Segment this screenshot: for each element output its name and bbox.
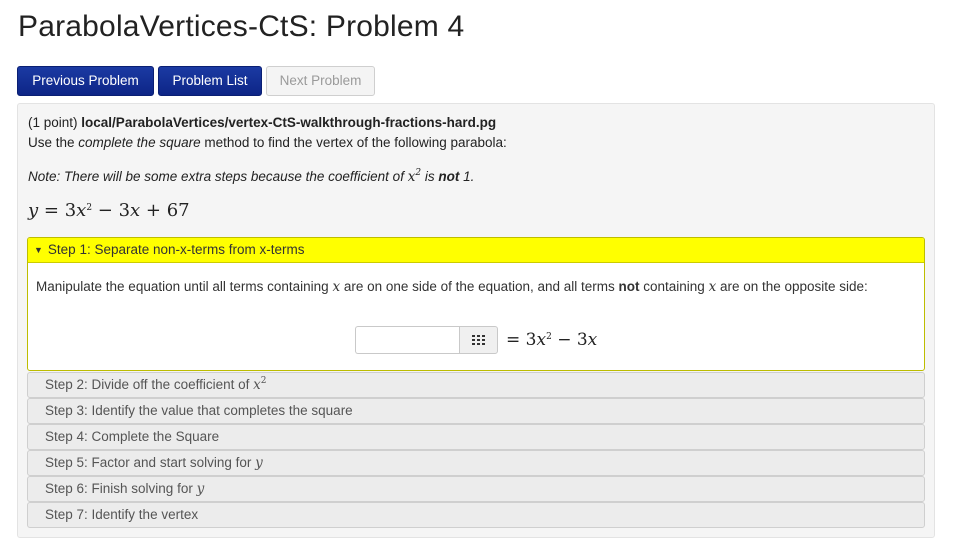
step-1-bold: not [618, 279, 640, 294]
step-4-panel[interactable]: Step 4: Complete the Square [27, 424, 925, 450]
problem-path: local/ParabolaVertices/vertex-CtS-walkth… [81, 115, 497, 130]
step-3-header[interactable]: Step 3: Identify the value that complete… [28, 399, 924, 423]
step-1-text-b: are on one side of the equation, and all… [340, 279, 619, 294]
problem-nav: Previous Problem Problem List Next Probl… [17, 66, 375, 96]
step-5-label: Step 5: Factor and start solving for [45, 455, 256, 470]
eq-mid: − 3 [92, 200, 131, 221]
equation-editor-button[interactable] [459, 326, 498, 354]
eq-var: x [76, 200, 87, 221]
step-3-panel[interactable]: Step 3: Identify the value that complete… [27, 398, 925, 424]
problem-header: (1 point) local/ParabolaVertices/vertex-… [28, 115, 496, 130]
eq-lhs: y [28, 200, 39, 221]
step-1-answer-row: = 3x2 − 3x [355, 326, 597, 354]
step-7-header[interactable]: Step 7: Identify the vertex [28, 503, 924, 527]
step-2-exp: 2 [260, 376, 267, 386]
step-2-header[interactable]: Step 2: Divide off the coefficient of x2 [28, 373, 924, 397]
rhs-eq: = 3 [506, 330, 537, 350]
problem-points: (1 point) [28, 115, 78, 130]
rhs-var: x [536, 330, 547, 350]
step-2-var: x [253, 377, 261, 393]
problem-instructions: Use the complete the square method to fi… [28, 135, 507, 150]
next-problem-button: Next Problem [266, 66, 375, 96]
step-5-var: y [255, 455, 263, 471]
step-1-panel: ▼ Step 1: Separate non-x-terms from x-ter… [27, 237, 925, 371]
instr-emphasis: complete the square [78, 135, 201, 150]
note-bold: not [438, 169, 460, 184]
parabola-equation: y = 3x2 − 3x + 67 [28, 200, 190, 221]
grid-icon [471, 335, 485, 345]
step-1-text-d: are on the opposite side: [716, 279, 868, 294]
step-1-answer-rhs: = 3x2 − 3x [506, 330, 597, 350]
instr-text-end: method to find the vertex of the followi… [200, 135, 507, 150]
step-2-label: Step 2: Divide off the coefficient of [45, 377, 254, 392]
step-4-header[interactable]: Step 4: Complete the Square [28, 425, 924, 449]
previous-problem-button[interactable]: Previous Problem [17, 66, 154, 96]
step-1-label: Step 1: Separate non-x-terms from x-term… [47, 242, 305, 257]
step-6-panel[interactable]: Step 6: Finish solving for y [27, 476, 925, 502]
instr-text: Use the [28, 135, 79, 150]
step-6-header[interactable]: Step 6: Finish solving for y [28, 477, 924, 501]
page-title: ParabolaVertices-CtS: Problem 4 [18, 10, 465, 43]
step-5-header[interactable]: Step 5: Factor and start solving for y [28, 451, 924, 475]
note-text: Note: There will be some extra steps bec… [28, 169, 408, 184]
rhs-mid: − 3 [551, 330, 588, 350]
eq-coef: = 3 [38, 200, 77, 221]
step-6-var: y [196, 481, 205, 497]
caret-down-icon: ▼ [34, 245, 43, 255]
step-7-panel[interactable]: Step 7: Identify the vertex [27, 502, 925, 528]
rhs-var2: x [587, 330, 598, 350]
step-1-var-a: x [332, 279, 341, 295]
eq-var2: x [130, 200, 141, 221]
problem-note: Note: There will be some extra steps bec… [28, 169, 475, 186]
note-end: 1. [459, 169, 475, 184]
step-1-text-c: containing [639, 279, 709, 294]
eq-tail: + 67 [140, 200, 190, 221]
step-6-label: Step 6: Finish solving for [45, 481, 197, 496]
step-2-panel[interactable]: Step 2: Divide off the coefficient of x2 [27, 372, 925, 398]
problem-panel: (1 point) local/ParabolaVertices/vertex-… [17, 103, 935, 538]
problem-list-button[interactable]: Problem List [158, 66, 262, 96]
step-5-panel[interactable]: Step 5: Factor and start solving for y [27, 450, 925, 476]
step-1-header[interactable]: ▼ Step 1: Separate non-x-terms from x-ter… [28, 238, 924, 263]
step-1-body: Manipulate the equation until all terms … [28, 263, 924, 296]
note-is: is [421, 169, 439, 184]
step-1-answer-input[interactable] [355, 326, 459, 354]
step-1-text-a: Manipulate the equation until all terms … [36, 279, 333, 294]
